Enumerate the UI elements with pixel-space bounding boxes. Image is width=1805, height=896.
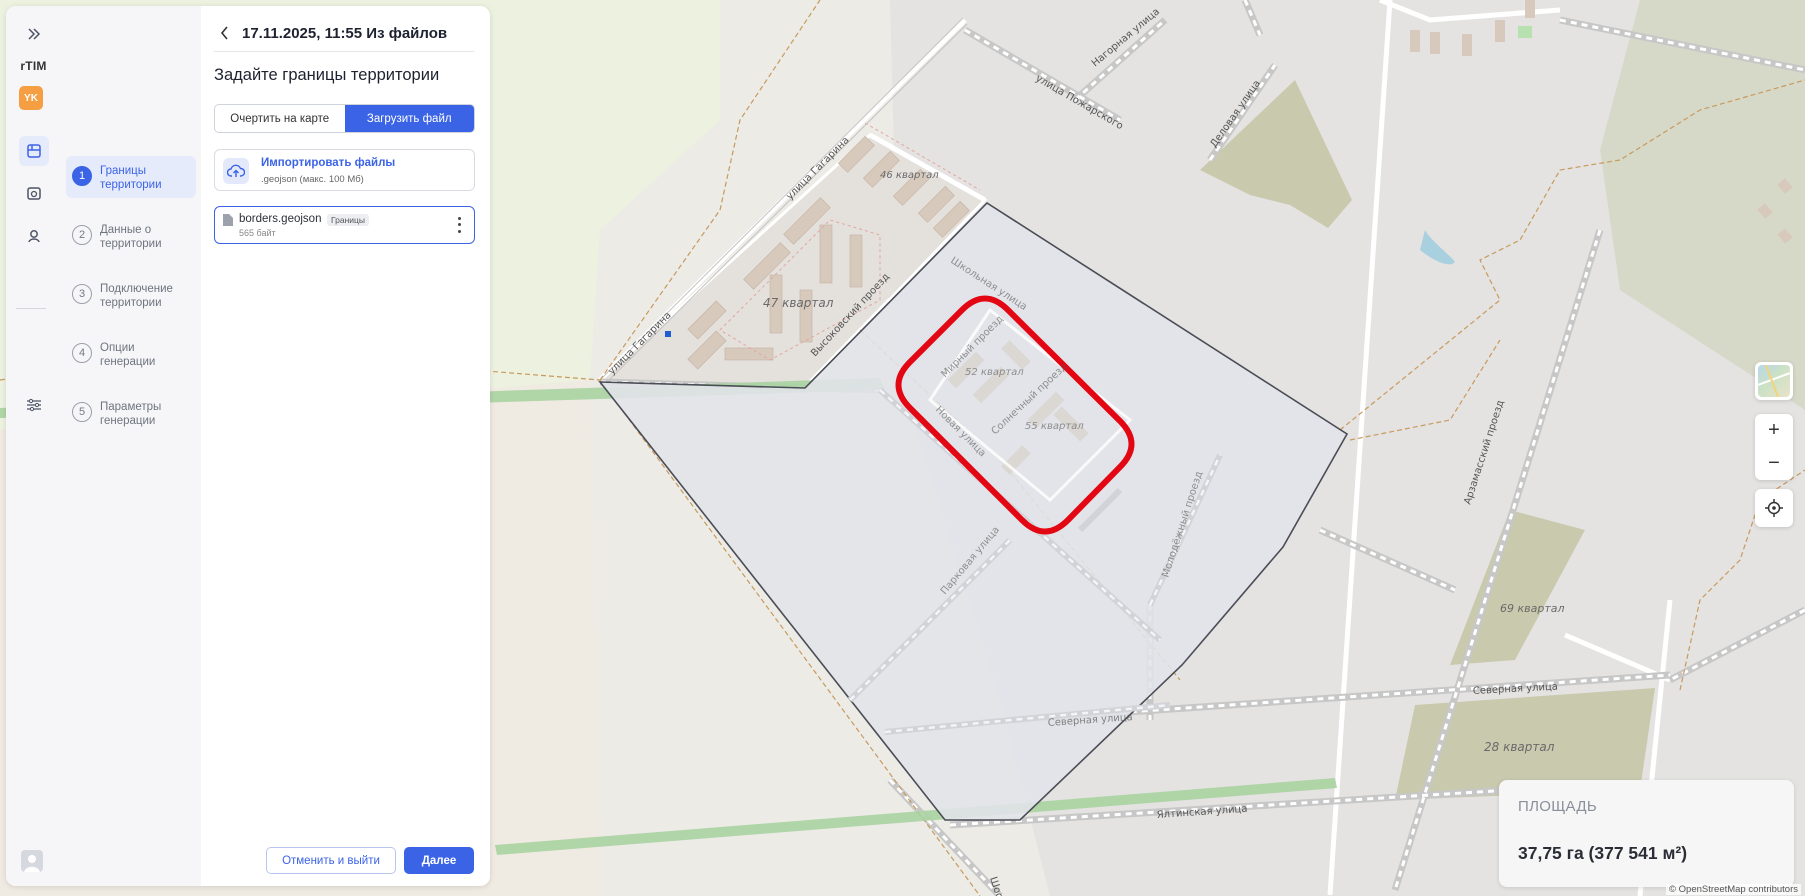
- label-q46: 46 квартал: [880, 170, 939, 181]
- label-q47: 47 квартал: [763, 296, 834, 310]
- zoom-in-button[interactable]: +: [1755, 414, 1793, 447]
- settings-icon[interactable]: [19, 390, 49, 420]
- import-hint: .geojson (макс. 100 Мб): [261, 174, 364, 185]
- user-icon[interactable]: [21, 850, 43, 872]
- step-number: 2: [72, 225, 92, 245]
- area-value: 37,75 га (377 541 м²): [1518, 843, 1688, 863]
- import-files-dropzone[interactable]: Импортировать файлы .geojson (макс. 100 …: [214, 149, 475, 191]
- step-3[interactable]: 3 Подключение территории: [66, 274, 196, 316]
- map-attribution[interactable]: © OpenStreetMap contributors: [1666, 884, 1801, 895]
- file-name: borders.geojson: [239, 213, 322, 225]
- cancel-button[interactable]: Отменить и выйти: [266, 847, 396, 874]
- users-icon[interactable]: [19, 221, 49, 251]
- library-icon[interactable]: [19, 178, 49, 208]
- mode-toggle: Очертить на карте Загрузить файл: [214, 104, 475, 133]
- step-1[interactable]: 1 Границы территории: [66, 156, 196, 198]
- step-number: 5: [72, 402, 92, 422]
- left-panel: rTIM YK 1 Границы территории 2 Данные о …: [6, 6, 490, 886]
- uploaded-file-item[interactable]: borders.geojson Границы 565 байт: [214, 206, 475, 244]
- tab-draw-on-map[interactable]: Очертить на карте: [215, 105, 345, 132]
- project-avatar[interactable]: YK: [19, 86, 43, 110]
- zoom-controls: + −: [1755, 414, 1793, 480]
- wizard-steps: 1 Границы территории 2 Данные о территор…: [61, 6, 201, 886]
- more-vertical-icon[interactable]: [452, 215, 466, 235]
- area-caption: ПЛОЩАДЬ: [1518, 798, 1597, 815]
- step-number: 4: [72, 343, 92, 363]
- step-4[interactable]: 4 Опции генерации: [66, 333, 196, 375]
- label-q28: 28 квартал: [1484, 740, 1555, 754]
- page-header: 17.11.2025, 11:55 Из файлов: [214, 22, 447, 44]
- step-content: 17.11.2025, 11:55 Из файлов Задайте гран…: [201, 6, 490, 886]
- step-label: Опции генерации: [100, 342, 156, 368]
- label-q52: 52 квартал: [965, 367, 1024, 378]
- step-label: Подключение территории: [100, 283, 173, 309]
- projects-icon[interactable]: [19, 136, 49, 166]
- area-card: ПЛОЩАДЬ 37,75 га (377 541 м²): [1499, 780, 1794, 887]
- step-label: Данные о территории: [100, 224, 162, 250]
- page-title: 17.11.2025, 11:55 Из файлов: [242, 24, 448, 42]
- rail-divider: [16, 308, 46, 309]
- nav-rail: rTIM YK: [6, 6, 61, 886]
- section-heading: Задайте границы территории: [214, 66, 440, 84]
- brand-logo: rTIM: [20, 59, 47, 73]
- tab-upload-file[interactable]: Загрузить файл: [344, 105, 474, 132]
- file-icon: [223, 214, 233, 226]
- step-number: 1: [72, 166, 92, 186]
- label-q55: 55 квартал: [1025, 421, 1084, 432]
- zoom-out-button[interactable]: −: [1755, 447, 1793, 480]
- back-arrow-icon[interactable]: [214, 22, 236, 44]
- map-layers-button[interactable]: [1755, 362, 1793, 400]
- step-label: Границы территории: [100, 165, 162, 191]
- import-title: Импортировать файлы: [261, 157, 396, 169]
- file-size: 565 байт: [239, 228, 276, 238]
- locate-button[interactable]: [1755, 489, 1793, 527]
- step-2[interactable]: 2 Данные о территории: [66, 215, 196, 257]
- header-divider: [214, 51, 474, 52]
- expand-icon[interactable]: [19, 19, 49, 49]
- file-tag: Границы: [327, 214, 369, 226]
- step-5[interactable]: 5 Параметры генерации: [66, 392, 196, 434]
- cloud-upload-icon: [223, 158, 249, 184]
- label-q69: 69 квартал: [1500, 602, 1565, 615]
- layers-thumbnail-icon: [1758, 365, 1790, 397]
- next-button[interactable]: Далее: [404, 847, 474, 874]
- step-number: 3: [72, 284, 92, 304]
- crosshair-icon: [1765, 499, 1783, 517]
- step-label: Параметры генерации: [100, 401, 162, 427]
